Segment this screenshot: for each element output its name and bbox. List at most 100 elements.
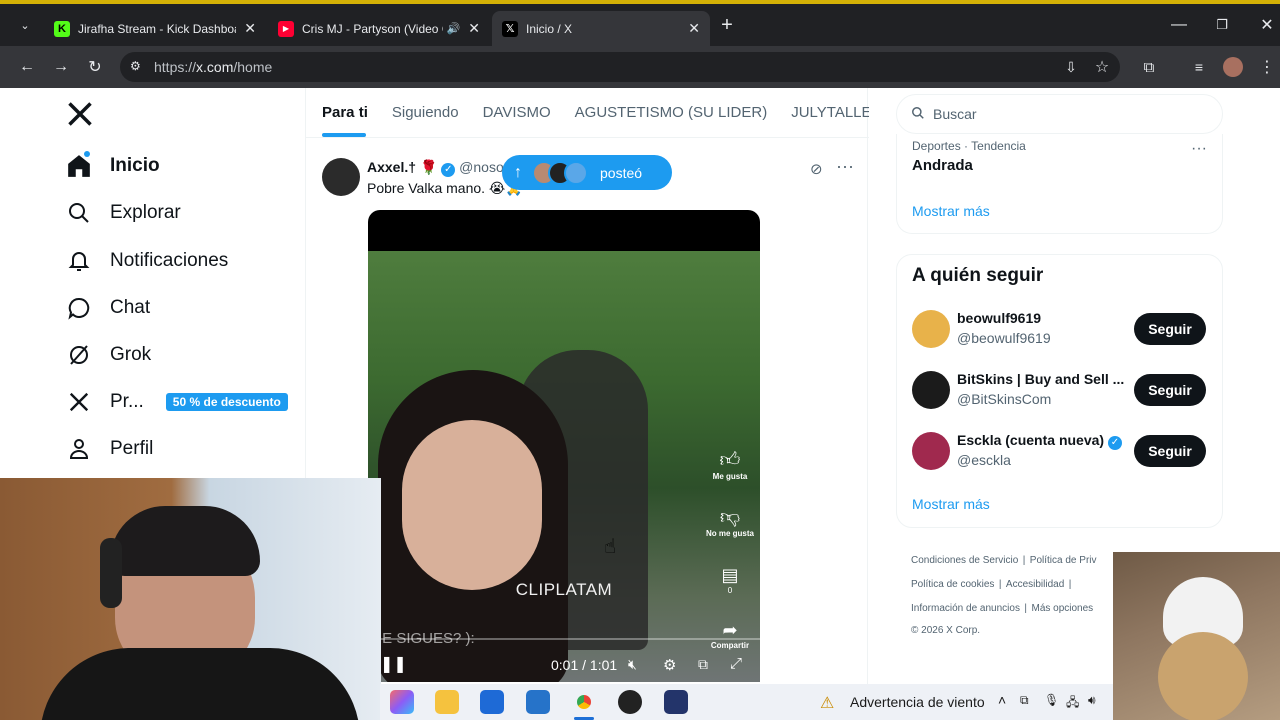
tab-x[interactable]: 𝕏 Inicio / X ✕ xyxy=(492,11,710,46)
tray-icon[interactable]: ⧉ xyxy=(1020,693,1029,708)
verified-badge-icon: ✓ xyxy=(441,163,456,177)
follow-button[interactable]: Seguir xyxy=(1134,374,1206,406)
follow-name-row: Esckla (cuenta nueva) ✓ xyxy=(957,432,1122,450)
settings-icon[interactable]: ⚙ xyxy=(663,656,676,674)
chrome-icon[interactable] xyxy=(570,688,598,716)
mute-icon[interactable]: 🔇︎ xyxy=(628,656,637,673)
search-icon xyxy=(911,106,925,123)
follow-name[interactable]: Esckla (cuenta nueva) xyxy=(957,432,1104,448)
chevron-up-icon[interactable]: ˄ xyxy=(998,692,1006,708)
file-explorer-icon[interactable] xyxy=(435,690,459,714)
install-app-icon[interactable]: ⇩ xyxy=(1060,56,1082,78)
forward-icon[interactable]: → xyxy=(50,56,72,78)
sidebar-item-profile[interactable]: Perfil xyxy=(64,429,153,469)
store-icon[interactable] xyxy=(480,690,504,714)
pip-icon[interactable]: ⧉ xyxy=(698,656,708,673)
tab-search-icon[interactable]: ⌄ xyxy=(14,14,36,36)
grok-icon[interactable]: ⊘ xyxy=(810,160,823,178)
post-header: Axxel.† 🌹 ✓ @noso xyxy=(367,159,504,177)
sidebar-item-notifications[interactable]: Notificaciones xyxy=(64,241,228,281)
weather-text[interactable]: Advertencia de viento xyxy=(850,694,985,710)
back-icon[interactable]: ← xyxy=(16,56,38,78)
follow-button[interactable]: Seguir xyxy=(1134,313,1206,345)
video-comments-button[interactable]: ▤ 0 xyxy=(712,565,748,595)
footer-privacy-link[interactable]: Política de Priv xyxy=(1030,555,1097,566)
microphone-icon[interactable]: 🎙︎ xyxy=(1044,693,1059,707)
sidebar-item-explore[interactable]: Explorar xyxy=(64,193,181,233)
x-logo[interactable] xyxy=(66,100,94,128)
footer-terms-link[interactable]: Condiciones de Servicio xyxy=(911,555,1018,566)
tab-davismo[interactable]: DAVISMO xyxy=(471,88,563,137)
follow-handle: @esckla xyxy=(957,452,1011,468)
browser-toolbar: ← → ↻ ⚙ https://x.com/home ⇩ ☆ ⧉ ≡ ⋮ xyxy=(0,46,1280,88)
tab-following[interactable]: Siguiendo xyxy=(380,88,471,137)
tab-kick[interactable]: K Jirafha Stream - Kick Dashboarc ✕ xyxy=(44,11,266,46)
trend-name[interactable]: Andrada xyxy=(912,157,973,174)
thumbs-up-icon: 👍︎ xyxy=(719,449,741,471)
obs-icon[interactable] xyxy=(618,690,642,714)
show-more-trends[interactable]: Mostrar más xyxy=(912,203,990,219)
copilot-icon[interactable] xyxy=(390,690,414,714)
address-bar[interactable]: ⚙ https://x.com/home xyxy=(120,52,1120,82)
reload-icon[interactable]: ↻ xyxy=(84,56,106,78)
tab-title: Cris MJ - Partyson (Video O xyxy=(302,21,443,36)
pause-icon[interactable]: ❚❚ xyxy=(380,654,407,674)
sidebar-item-chat[interactable]: Chat xyxy=(64,288,150,328)
thumbs-down-icon: 👎︎ xyxy=(719,506,741,528)
tab-julytallei[interactable]: JULYTALLEI xyxy=(779,88,869,137)
footer-ads-link[interactable]: Información de anuncios xyxy=(911,603,1020,614)
tab-for-you[interactable]: Para ti xyxy=(306,88,380,137)
follow-button[interactable]: Seguir xyxy=(1134,435,1206,467)
network-icon[interactable]: 🖧 xyxy=(1066,693,1079,714)
footer-more-link[interactable]: Más opciones xyxy=(1031,603,1093,614)
app-icon[interactable] xyxy=(664,690,688,714)
avatar[interactable] xyxy=(912,432,950,470)
outlook-icon[interactable] xyxy=(526,690,550,714)
audio-icon[interactable]: 🔊 xyxy=(447,22,461,35)
extensions-icon[interactable]: ⧉ xyxy=(1138,56,1160,78)
sidebar-item-home[interactable]: Inicio xyxy=(64,146,160,186)
footer-accessibility-link[interactable]: Accesibilidad xyxy=(1006,579,1064,590)
warning-icon: ⚠ xyxy=(820,695,835,712)
video-dislike-button[interactable]: 👎︎ No me gusta xyxy=(704,505,756,538)
video-share-button[interactable]: ➦ Compartir xyxy=(704,620,756,650)
video-player[interactable]: CLIPLATAM IE SIGUES? ): 👍︎ Me gusta 👎︎ N… xyxy=(368,210,760,682)
more-options-icon[interactable]: ··· xyxy=(1191,140,1207,158)
new-posts-pill[interactable]: ↑ posteó xyxy=(502,155,672,190)
site-info-icon[interactable]: ⚙ xyxy=(130,59,141,73)
video-progress-track[interactable] xyxy=(368,638,760,640)
who-to-follow-title: A quién seguir xyxy=(912,265,1044,286)
fullscreen-icon[interactable]: ⤢ xyxy=(730,655,742,672)
author-avatar[interactable] xyxy=(322,158,360,196)
tab-agustetismo[interactable]: AGUSTETISMO (SU LIDER) xyxy=(563,88,780,137)
profile-avatar[interactable] xyxy=(1222,56,1244,78)
footer-cookies-link[interactable]: Política de cookies xyxy=(911,579,994,590)
restore-icon[interactable]: ❐ xyxy=(1211,14,1233,36)
new-tab-icon[interactable]: + xyxy=(716,14,738,36)
avatar[interactable] xyxy=(912,371,950,409)
menu-icon[interactable]: ⋮ xyxy=(1256,56,1278,78)
tab-youtube[interactable]: ▶ Cris MJ - Partyson (Video O 🔊 ✕ xyxy=(268,11,490,46)
post-author[interactable]: Axxel.† xyxy=(367,159,416,175)
media-control-icon[interactable]: ≡ xyxy=(1188,56,1210,78)
close-window-icon[interactable]: ✕ xyxy=(1256,14,1278,36)
close-tab-icon[interactable]: ✕ xyxy=(244,20,256,37)
webcam-overlay-streamer xyxy=(0,478,381,720)
close-tab-icon[interactable]: ✕ xyxy=(468,20,480,37)
like-label: Me gusta xyxy=(712,472,748,481)
close-tab-icon[interactable]: ✕ xyxy=(688,20,700,37)
volume-icon[interactable]: 🔊︎ xyxy=(1088,693,1096,708)
post-text-content: Pobre Valka mano. xyxy=(367,180,486,196)
show-more-follow[interactable]: Mostrar más xyxy=(912,496,990,512)
minimize-icon[interactable]: — xyxy=(1168,14,1190,36)
search-input[interactable]: Buscar xyxy=(896,94,1223,134)
avatar[interactable] xyxy=(912,310,950,348)
video-like-button[interactable]: 👍︎ Me gusta xyxy=(712,448,748,481)
sidebar-item-grok[interactable]: Grok xyxy=(64,335,151,375)
more-options-icon[interactable]: ··· xyxy=(836,156,854,177)
follow-name[interactable]: beowulf9619 xyxy=(957,310,1041,326)
bookmark-star-icon[interactable]: ☆ xyxy=(1091,56,1113,78)
post-handle[interactable]: @noso xyxy=(459,159,504,175)
follow-name[interactable]: BitSkins | Buy and Sell ... xyxy=(957,371,1124,387)
sidebar-item-premium[interactable]: Pr... 50 % de descuento xyxy=(64,382,288,422)
